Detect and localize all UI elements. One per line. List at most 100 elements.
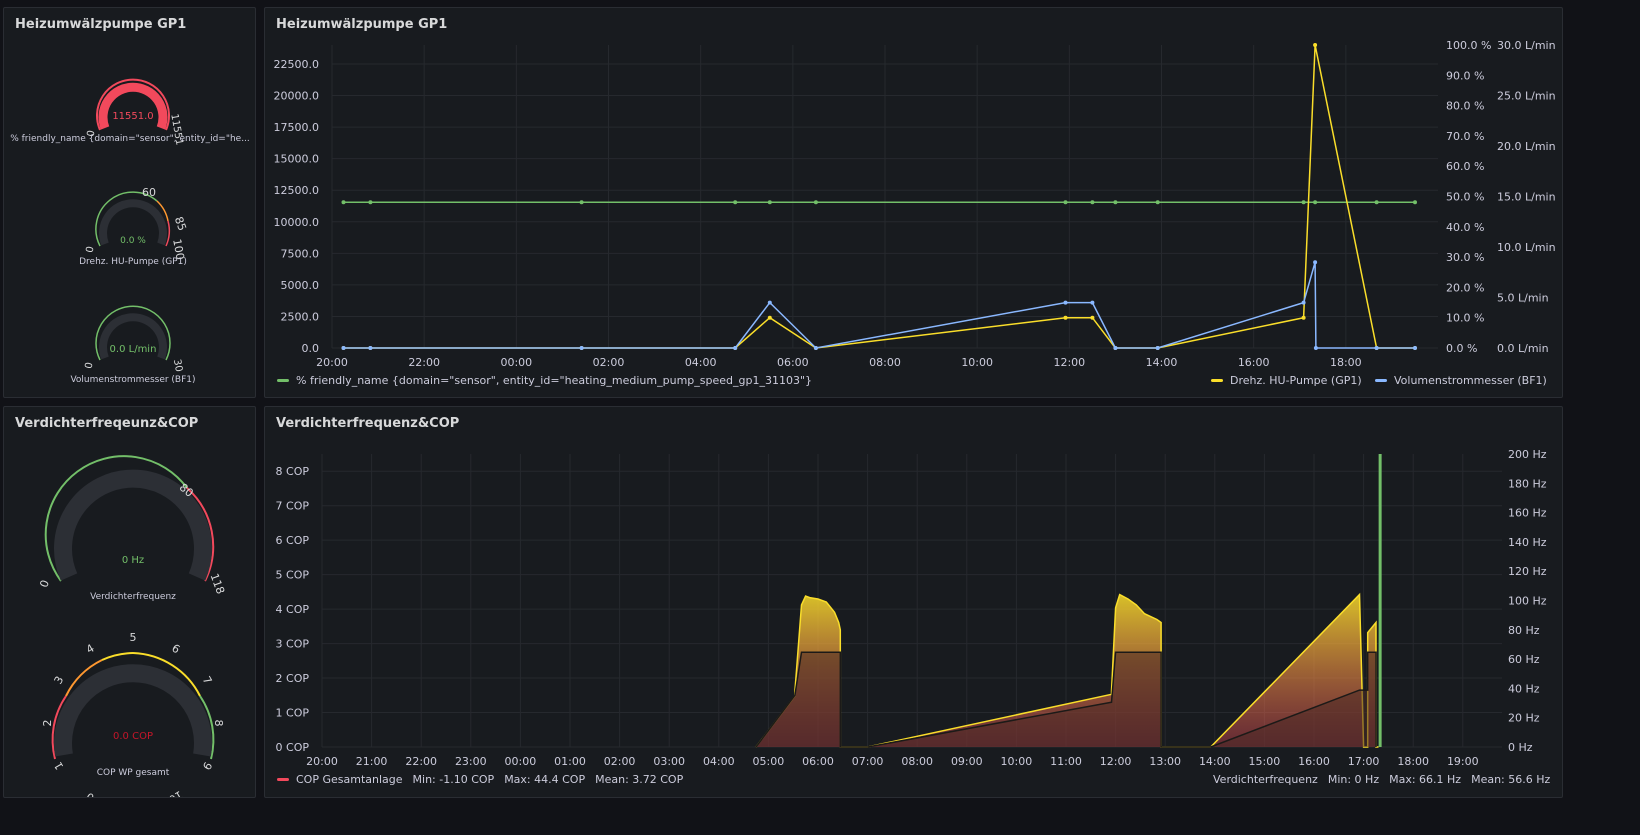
y-right-tick-label: 20 Hz	[1508, 712, 1540, 725]
y-right-tick-label: 30.0 %	[1446, 251, 1484, 264]
gauge-label: % friendly_name {domain="sensor", entity…	[10, 134, 250, 144]
legend-max: Max: 66.1 Hz	[1389, 773, 1462, 786]
x-tick-label: 18:00	[1397, 755, 1429, 768]
y-right-tick-label: 100 Hz	[1508, 595, 1547, 608]
y-tick-label: 17500.0	[274, 121, 320, 134]
data-point	[733, 346, 738, 350]
y-tick-label: 2 COP	[276, 672, 310, 685]
gauge-label: Verdichterfrequenz	[90, 592, 176, 602]
data-point	[1090, 200, 1095, 205]
data-point	[1090, 315, 1095, 320]
legend-item-cop-total[interactable]: COP Gesamtanlage Min: -1.10 COP Max: 44.…	[277, 773, 683, 786]
y-right-tick-label: 40.0 %	[1446, 221, 1484, 234]
y-tick-label: 1 COP	[276, 707, 310, 720]
data-point	[368, 200, 373, 205]
y-tick-label: 10000.0	[274, 216, 320, 229]
gauge-max: 118	[208, 572, 227, 596]
legend-item-pump-speed[interactable]: Drehz. HU-Pumpe (GP1)	[1211, 374, 1362, 387]
legend-item-compressor-frequency[interactable]: Verdichterfrequenz Min: 0 Hz Max: 66.1 H…	[1213, 773, 1550, 786]
y-right-tick-label: 70.0 %	[1446, 130, 1484, 143]
y-right-tick-label: 120 Hz	[1508, 565, 1547, 578]
y-tick-label: 5 COP	[276, 569, 310, 582]
y-tick-label: 15000.0	[274, 153, 320, 166]
gauge-value: 0.0 %	[120, 236, 146, 246]
data-point	[341, 346, 346, 350]
data-point	[767, 200, 772, 205]
y-right-tick-label: 20.0 L/min	[1497, 140, 1556, 153]
legend-swatch	[1211, 379, 1223, 382]
data-point	[1313, 200, 1318, 205]
cop-gauges-panel: Verdichterfreqeunz&COP 0 Hz 0 80 118 Ver…	[3, 406, 256, 798]
y-tick-label: 12500.0	[274, 184, 320, 197]
x-tick-label: 00:00	[500, 356, 532, 369]
legend-swatch	[277, 778, 289, 781]
y-right-tick-label: 140 Hz	[1508, 536, 1547, 549]
y-right-tick-label: 100.0 %	[1446, 39, 1491, 52]
x-tick-label: 14:00	[1199, 755, 1231, 768]
legend-max: Max: 44.4 COP	[504, 773, 586, 786]
y-right-tick-label: 80 Hz	[1508, 624, 1540, 637]
y-right-tick-label: 30.0 L/min	[1497, 39, 1556, 52]
compressor-frequency-gauge: 0 Hz 0 80 118 Verdichterfrequenz	[37, 455, 227, 602]
gauge-max: 30	[171, 358, 184, 372]
gauge-tick-label: 9	[200, 759, 215, 772]
gauge-label: COP WP gesamt	[97, 768, 170, 778]
series-line	[343, 261, 1415, 349]
data-point	[1301, 200, 1306, 205]
x-tick-label: 03:00	[653, 755, 685, 768]
gauge-min: 0	[84, 361, 96, 369]
gp1-timeseries-chart[interactable]: 0.0 2500.0 5000.0 7500.0 10000.0 12500.0 15000…	[265, 8, 1563, 398]
legend-item-flow-meter[interactable]: Volumenstrommesser (BF1)	[1375, 374, 1547, 387]
legend-min: Min: -1.10 COP	[412, 773, 495, 786]
y-right-tick-label: 90.0 %	[1446, 69, 1484, 82]
x-tick-label: 14:00	[1146, 356, 1178, 369]
pump-speed-gauge: 0.0 % 0 60 85 100 Drehz. HU-Pumpe (GP1)	[79, 186, 189, 267]
gauge-tick-label: 3	[52, 674, 67, 687]
data-point	[1313, 260, 1318, 265]
data-point	[813, 200, 818, 205]
series-line	[343, 44, 1415, 349]
x-tick-label: 05:00	[753, 755, 785, 768]
y-tick-label: 3 COP	[276, 638, 310, 651]
y-tick-label: 7500.0	[281, 247, 320, 260]
x-tick-label: 10:00	[961, 356, 993, 369]
data-point	[1301, 315, 1306, 320]
y-right-tick-label: 5.0 L/min	[1497, 292, 1549, 305]
gauge-tick-label: 8	[212, 720, 225, 727]
data-point	[1063, 300, 1068, 305]
x-tick-label: 01:00	[554, 755, 586, 768]
x-tick-label: 12:00	[1053, 356, 1085, 369]
y-right-tick-label: 50.0 %	[1446, 191, 1484, 204]
data-point	[1063, 200, 1068, 205]
legend-label: % friendly_name {domain="sensor", entity…	[296, 374, 813, 387]
y-tick-label: 8 COP	[276, 465, 310, 478]
gauge-threshold-1: 60	[142, 186, 156, 199]
flow-meter-gauge: 0.0 L/min 0 30 Volumenstrommesser (BF1)	[70, 305, 196, 385]
x-tick-label: 07:00	[852, 755, 884, 768]
data-point	[1313, 43, 1318, 47]
gauge-label: Drehz. HU-Pumpe (GP1)	[79, 257, 187, 267]
y-tick-label: 2500.0	[281, 310, 320, 323]
y-right-tick-label: 0.0 %	[1446, 342, 1477, 355]
x-tick-label: 06:00	[802, 755, 834, 768]
x-tick-label: 21:00	[356, 755, 388, 768]
legend-item-friendly-name[interactable]: % friendly_name {domain="sensor", entity…	[277, 374, 812, 387]
gauge-threshold-2: 85	[172, 215, 189, 233]
data-point	[579, 346, 584, 350]
data-point	[1113, 346, 1118, 350]
y-right-tick-label: 180 Hz	[1508, 477, 1547, 490]
data-point	[1113, 200, 1118, 205]
y-right-tick-label: 10.0 %	[1446, 312, 1484, 325]
pump-friendly-name-gauge: 11551.0 0 11551 % friendly_name {domain=…	[10, 78, 250, 146]
data-point	[1374, 200, 1379, 205]
y-tick-label: 4 COP	[276, 603, 310, 616]
x-tick-label: 15:00	[1249, 755, 1281, 768]
legend-label: Drehz. HU-Pumpe (GP1)	[1230, 374, 1362, 387]
gauge-tick-label: 4	[84, 642, 97, 657]
data-point	[1413, 200, 1417, 205]
y-right-tick-label: 80.0 %	[1446, 100, 1484, 113]
x-tick-label: 06:00	[777, 356, 809, 369]
cop-timeseries-chart[interactable]: 0 COP 1 COP 2 COP 3 COP 4 COP 5 COP 6 COP 7 COP…	[265, 407, 1563, 798]
x-tick-label: 16:00	[1298, 755, 1330, 768]
y-tick-label: 7 COP	[276, 500, 310, 513]
